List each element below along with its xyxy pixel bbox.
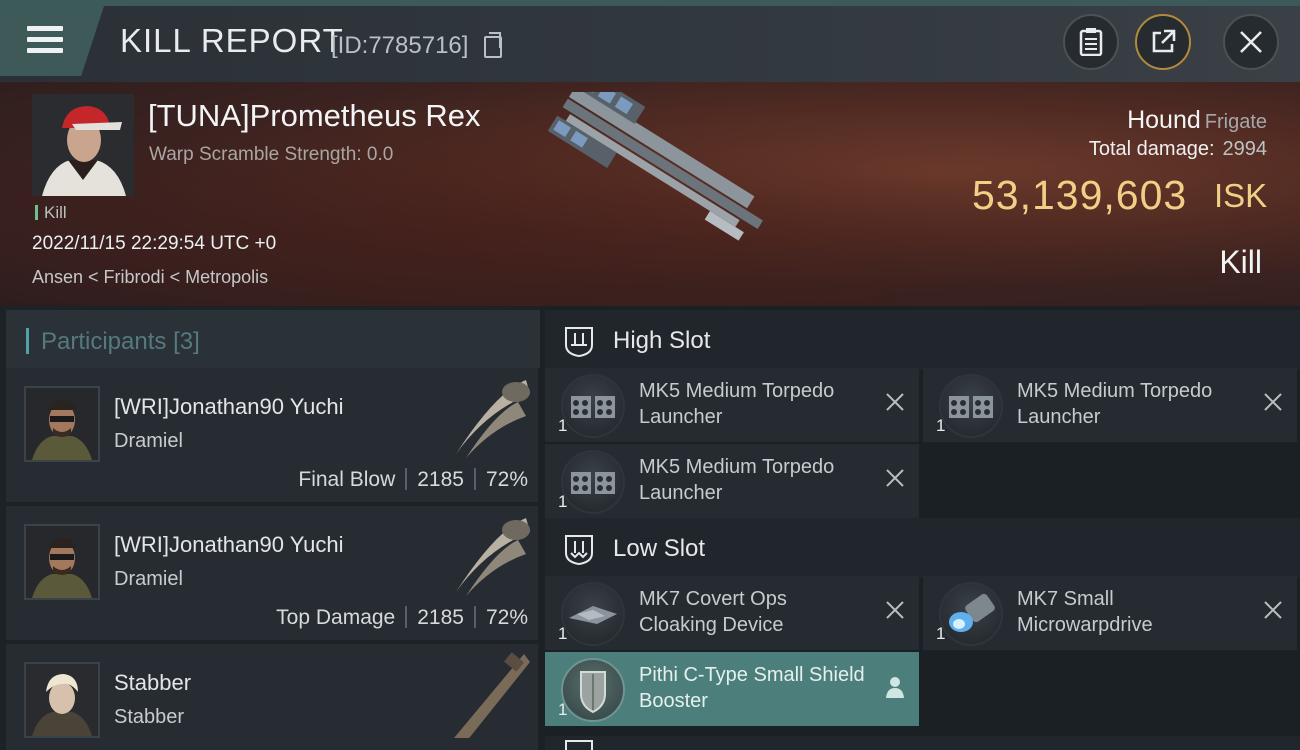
participant-name[interactable]: [WRI]Jonathan90 Yuchi <box>114 394 344 420</box>
participant-avatar[interactable] <box>24 524 100 600</box>
participant-ship: Dramiel <box>114 568 183 590</box>
module-slot[interactable]: 1 MK5 Medium Torpedo Launcher <box>923 368 1297 442</box>
kill-result: Kill <box>1219 244 1262 280</box>
close-button[interactable] <box>1223 14 1279 70</box>
victim-summary: [TUNA]Prometheus Rex Warp Scramble Stren… <box>0 82 1300 306</box>
module-name: MK5 Medium Torpedo Launcher <box>639 456 835 504</box>
victim-portrait[interactable] <box>32 94 134 196</box>
participant-row[interactable]: [WRI]Jonathan90 Yuchi Dramiel Final Blow… <box>6 368 538 502</box>
module-quantity: 1 <box>936 416 946 435</box>
report-id: [ID:7785716] <box>331 32 469 59</box>
participant-ship-image <box>456 380 530 458</box>
fitting-panel: High Slot 1 MK5 Medium Torpedo Launcher … <box>545 306 1300 750</box>
ship-class: Frigate <box>1204 111 1267 133</box>
module-name: MK5 Medium Torpedo Launcher <box>1017 380 1213 428</box>
warp-scramble-strength: Warp Scramble Strength: 0.0 <box>149 144 394 165</box>
participants-panel: Participants [3] [WRI]Jonathan90 Yuchi D… <box>0 306 540 750</box>
participant-percent: 72% <box>485 468 528 491</box>
torpedo-launcher-icon <box>939 374 1003 438</box>
destroyed-icon <box>886 601 904 619</box>
hamburger-icon <box>27 26 63 31</box>
high-slot-icon <box>565 327 593 357</box>
torpedo-launcher-icon <box>561 450 625 514</box>
module-name: MK7 Covert Ops Cloaking Device <box>639 588 787 636</box>
participant-role: Final Blow <box>298 468 396 491</box>
title-bar: KILL REPORT [ID:7785716] <box>0 0 1300 82</box>
module-slot[interactable]: 1 Pithi C-Type Small Shield Booster <box>545 652 919 726</box>
participants-label: Participants <box>41 328 167 355</box>
victim-name[interactable]: [TUNA]Prometheus Rex <box>148 98 481 134</box>
module-slot[interactable]: 1 MK5 Medium Torpedo Launcher <box>545 444 919 518</box>
ship-name[interactable]: Hound <box>1127 106 1201 134</box>
share-button[interactable] <box>1135 14 1191 70</box>
kill-location[interactable]: Ansen < Fribrodi < Metropolis <box>32 267 268 288</box>
module-name: MK5 Medium Torpedo Launcher <box>639 380 835 428</box>
module-quantity: 1 <box>558 416 568 435</box>
dropped-person-icon <box>886 677 904 698</box>
destroyed-icon <box>886 393 904 411</box>
participant-damage: 2185 <box>417 606 464 629</box>
participant-stats: Final Blow 2185 72% <box>298 468 528 492</box>
microwarpdrive-icon <box>939 582 1003 646</box>
victim-ship-type: Hound Frigate <box>1127 106 1267 135</box>
total-damage-label: Total damage: <box>1088 138 1215 160</box>
title-bar-accent <box>0 0 1300 6</box>
participant-ship: Stabber <box>114 706 185 728</box>
module-name: Pithi C-Type Small Shield Booster <box>639 664 865 712</box>
high-slot-header: High Slot <box>545 310 1300 370</box>
victim-ship-image <box>547 92 763 241</box>
participant-ship: Dramiel <box>114 430 183 452</box>
kill-tag: Kill <box>35 203 67 223</box>
participant-name[interactable]: [WRI]Jonathan90 Yuchi <box>114 532 344 558</box>
participant-ship-image <box>454 652 530 738</box>
participant-row[interactable]: Stabber Stabber <box>6 644 538 750</box>
participants-header: Participants [3] <box>6 310 540 368</box>
module-quantity: 1 <box>936 624 946 643</box>
participant-stats: Top Damage 2185 72% <box>276 606 528 630</box>
menu-button[interactable] <box>0 6 104 76</box>
destroyed-icon <box>886 469 904 487</box>
participant-name[interactable]: Stabber <box>114 670 191 696</box>
participant-avatar[interactable] <box>24 386 100 462</box>
destroyed-icon <box>1264 393 1282 411</box>
participant-ship-image <box>456 518 530 596</box>
module-slot[interactable]: 1 MK7 Small Microwarpdrive <box>923 576 1297 650</box>
copy-icon[interactable] <box>484 32 502 58</box>
total-damage-value: 2994 <box>1222 138 1268 160</box>
clipboard-button[interactable] <box>1063 14 1119 70</box>
isk-value: 53,139,603 <box>972 172 1188 218</box>
participant-damage: 2185 <box>417 468 464 491</box>
torpedo-launcher-icon <box>561 374 625 438</box>
high-slot-label: High Slot <box>613 327 711 354</box>
shield-booster-icon <box>561 658 625 722</box>
clipboard-icon <box>1079 28 1103 56</box>
share-icon <box>1152 29 1176 53</box>
participant-row[interactable]: [WRI]Jonathan90 Yuchi Dramiel Top Damage… <box>6 506 538 640</box>
participant-avatar[interactable] <box>24 662 100 738</box>
module-quantity: 1 <box>558 624 568 643</box>
participants-count: [3] <box>173 328 200 355</box>
module-quantity: 1 <box>558 700 568 719</box>
destroyed-icon <box>1264 601 1282 619</box>
module-slot[interactable]: 1 MK5 Medium Torpedo Launcher <box>545 368 919 442</box>
page-title: KILL REPORT <box>120 22 344 59</box>
low-slot-header: Low Slot <box>545 518 1300 578</box>
mid-slot-icon <box>565 740 593 750</box>
close-icon <box>1240 31 1262 53</box>
pilot-portrait-image <box>32 94 134 196</box>
participant-role: Top Damage <box>276 606 396 629</box>
participant-percent: 72% <box>485 606 528 629</box>
low-slot-icon <box>565 535 593 565</box>
low-slot-label: Low Slot <box>613 535 706 562</box>
mid-slot-header <box>545 736 1300 750</box>
module-slot[interactable]: 1 MK7 Covert Ops Cloaking Device <box>545 576 919 650</box>
total-damage: Total damage: 2994 <box>1089 138 1267 161</box>
isk-label: ISK <box>1214 177 1268 214</box>
kill-datetime: 2022/11/15 22:29:54 UTC +0 <box>32 233 277 254</box>
cloaking-device-icon <box>561 582 625 646</box>
module-name: MK7 Small Microwarpdrive <box>1017 588 1153 636</box>
module-quantity: 1 <box>558 492 568 511</box>
